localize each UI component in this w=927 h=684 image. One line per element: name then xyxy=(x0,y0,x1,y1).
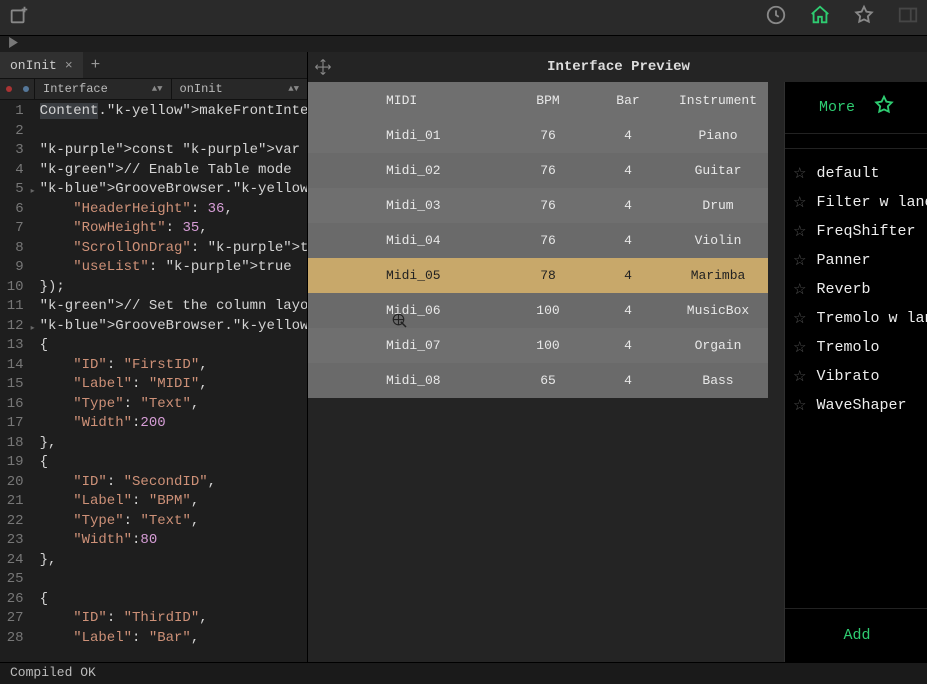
cell-instrument: Violin xyxy=(668,233,768,248)
code-editor-pane: onInit × + Interface▲▼ onInit▲▼ 12345▸67… xyxy=(0,52,308,662)
star-outline-icon[interactable] xyxy=(873,94,895,121)
star-icon[interactable]: ☆ xyxy=(793,338,806,357)
table-row[interactable]: Midi_05784Marimba xyxy=(308,258,768,293)
preset-item[interactable]: ☆Filter w lane xyxy=(785,188,927,217)
cell-instrument: Marimba xyxy=(668,268,768,283)
cell-bpm: 65 xyxy=(508,373,588,388)
table-row[interactable]: Midi_01764Piano xyxy=(308,118,768,153)
cell-bar: 4 xyxy=(588,233,668,248)
cell-bar: 4 xyxy=(588,268,668,283)
cell-bar: 4 xyxy=(588,163,668,178)
star-icon[interactable]: ☆ xyxy=(793,193,806,212)
gutter-markers xyxy=(0,79,34,99)
history-icon[interactable] xyxy=(765,4,787,31)
cell-bpm: 100 xyxy=(508,338,588,353)
table-header: MIDI BPM Bar Instrument xyxy=(308,82,768,118)
preset-panel: More ☆default☆Filter w lane☆FreqShifter☆… xyxy=(784,82,927,662)
tab-add-button[interactable]: + xyxy=(83,52,109,78)
cell-midi: Midi_07 xyxy=(308,338,508,353)
table-row[interactable]: Midi_04764Violin xyxy=(308,223,768,258)
cell-bar: 4 xyxy=(588,338,668,353)
interface-preview-pane: Interface Preview MIDI BPM Bar Instrumen… xyxy=(308,52,927,662)
line-gutter: 12345▸6789101112▸13141516171819202122232… xyxy=(0,100,30,662)
play-bar xyxy=(0,36,927,52)
preset-item[interactable]: ☆Vibrato xyxy=(785,362,927,391)
groove-table: MIDI BPM Bar Instrument Midi_01764PianoM… xyxy=(308,82,768,662)
cell-bar: 4 xyxy=(588,128,668,143)
editor-tabs: onInit × + xyxy=(0,52,307,78)
chevron-down-icon: ▲▼ xyxy=(152,84,163,94)
top-toolbar xyxy=(0,0,927,36)
col-instrument: Instrument xyxy=(668,93,768,108)
cell-bpm: 76 xyxy=(508,128,588,143)
table-row[interactable]: Midi_08654Bass xyxy=(308,363,768,398)
cell-midi: Midi_06 xyxy=(308,303,508,318)
preset-item[interactable]: ☆FreqShifter xyxy=(785,217,927,246)
cell-midi: Midi_02 xyxy=(308,163,508,178)
preset-item[interactable]: ☆Tremolo xyxy=(785,333,927,362)
play-icon[interactable] xyxy=(8,35,19,53)
table-row[interactable]: Midi_061004MusicBox xyxy=(308,293,768,328)
cell-bar: 4 xyxy=(588,198,668,213)
star-icon[interactable]: ☆ xyxy=(793,309,806,328)
favorite-icon[interactable] xyxy=(853,4,875,31)
status-bar: Compiled OK xyxy=(0,662,927,684)
preview-title: Interface Preview xyxy=(547,59,690,75)
close-icon[interactable]: × xyxy=(65,58,73,73)
star-icon[interactable]: ☆ xyxy=(793,280,806,299)
star-icon[interactable]: ☆ xyxy=(793,396,806,415)
new-window-icon[interactable] xyxy=(8,4,30,31)
home-icon[interactable] xyxy=(809,4,831,31)
chevron-down-icon: ▲▼ xyxy=(288,84,299,94)
preset-item[interactable]: ☆WaveShaper xyxy=(785,391,927,420)
move-icon[interactable] xyxy=(314,58,332,81)
cell-instrument: Guitar xyxy=(668,163,768,178)
cell-bpm: 78 xyxy=(508,268,588,283)
status-text: Compiled OK xyxy=(10,665,96,680)
star-icon[interactable]: ☆ xyxy=(793,222,806,241)
table-row[interactable]: Midi_071004Orgain xyxy=(308,328,768,363)
cell-midi: Midi_03 xyxy=(308,198,508,213)
cell-instrument: Bass xyxy=(668,373,768,388)
cell-bar: 4 xyxy=(588,373,668,388)
cell-bpm: 76 xyxy=(508,163,588,178)
panel-icon[interactable] xyxy=(897,4,919,31)
cell-bar: 4 xyxy=(588,303,668,318)
cell-instrument: Drum xyxy=(668,198,768,213)
tab-label: onInit xyxy=(10,58,57,73)
col-bar: Bar xyxy=(588,93,668,108)
preset-item[interactable]: ☆Reverb xyxy=(785,275,927,304)
cell-instrument: Piano xyxy=(668,128,768,143)
namespace-select[interactable]: Interface▲▼ xyxy=(34,79,171,99)
add-preset-button[interactable]: Add xyxy=(785,608,927,662)
callback-select[interactable]: onInit▲▼ xyxy=(171,79,308,99)
cell-midi: Midi_01 xyxy=(308,128,508,143)
star-icon[interactable]: ☆ xyxy=(793,367,806,386)
cell-midi: Midi_05 xyxy=(308,268,508,283)
col-bpm: BPM xyxy=(508,93,588,108)
table-row[interactable]: Midi_02764Guitar xyxy=(308,153,768,188)
tab-oninit[interactable]: onInit × xyxy=(0,52,83,78)
preset-item[interactable]: ☆Panner xyxy=(785,246,927,275)
table-row[interactable]: Midi_03764Drum xyxy=(308,188,768,223)
code-editor[interactable]: 12345▸6789101112▸13141516171819202122232… xyxy=(0,100,307,662)
cell-bpm: 100 xyxy=(508,303,588,318)
cell-midi: Midi_08 xyxy=(308,373,508,388)
cell-instrument: Orgain xyxy=(668,338,768,353)
cell-bpm: 76 xyxy=(508,198,588,213)
cell-midi: Midi_04 xyxy=(308,233,508,248)
more-button[interactable]: More xyxy=(819,99,855,116)
preset-item[interactable]: ☆Tremolo w lan xyxy=(785,304,927,333)
cell-bpm: 76 xyxy=(508,233,588,248)
col-midi: MIDI xyxy=(308,93,508,108)
preset-item[interactable]: ☆default xyxy=(785,159,927,188)
star-icon[interactable]: ☆ xyxy=(793,251,806,270)
star-icon[interactable]: ☆ xyxy=(793,164,806,183)
cell-instrument: MusicBox xyxy=(668,303,768,318)
